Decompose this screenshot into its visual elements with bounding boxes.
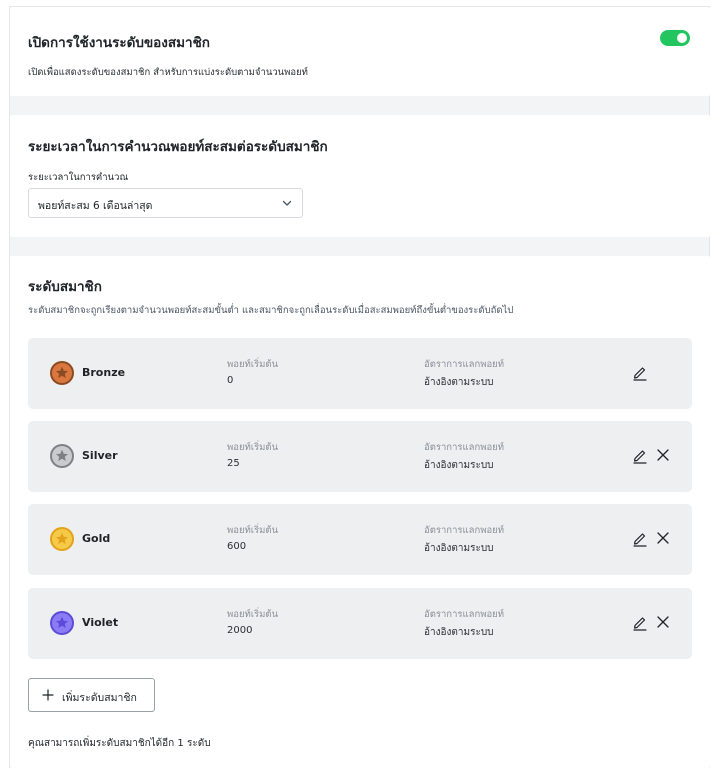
- tier-name: Gold: [82, 532, 111, 545]
- tier-name: Violet: [82, 616, 119, 629]
- rate-label: อัตราการแลกพอยท์: [424, 359, 504, 370]
- start-points-label: พอยท์เริ่มต้น: [227, 359, 279, 370]
- add-tier-button[interactable]: เพิ่มระดับสมาชิก: [28, 678, 155, 712]
- period-select-label: ระยะเวลาในการคำนวณ: [28, 172, 129, 183]
- rate-label: อัตราการแลกพอยท์: [424, 609, 504, 620]
- toggle-knob: [677, 33, 687, 43]
- medal-violet: [50, 611, 74, 635]
- period-title: ระยะเวลาในการคำนวณพอยท์สะสมต่อระดับสมาชิ…: [28, 139, 328, 155]
- tier-row-gold: Gold พอยท์เริ่มต้น 600 อัตราการแลกพอยท์อ้าง…: [28, 504, 692, 575]
- start-points-value: 0: [227, 375, 234, 386]
- medal-bronze: [50, 361, 74, 385]
- rate-value: อ้างอิงตามระบบ: [424, 627, 494, 638]
- tier-row-violet: Violet พอยท์เริ่มต้น 2000 อัตราการแลกพอยท์อ…: [28, 588, 692, 659]
- tiers-description: ระดับสมาชิกจะถูกเรียงตามจำนวนพอยท์สะสมขั…: [28, 305, 514, 316]
- medal-gold: [50, 527, 74, 551]
- membership-toggle-switch[interactable]: [660, 30, 690, 46]
- period-select-value: พอยท์สะสม 6 เดือนล่าสุด: [38, 200, 153, 212]
- start-points-value: 2000: [227, 625, 253, 636]
- start-points-value: 600: [227, 541, 247, 552]
- edit-icon[interactable]: [631, 446, 649, 464]
- plus-icon: [42, 689, 54, 701]
- rate-value: อ้างอิงตามระบบ: [424, 543, 494, 554]
- edit-icon[interactable]: [631, 613, 649, 631]
- start-points-label: พอยท์เริ่มต้น: [227, 442, 279, 453]
- tier-row-silver: Silver พอยท์เริ่มต้น 25 อัตราการแลกพอยท์อ้า…: [28, 421, 692, 492]
- rate-label: อัตราการแลกพอยท์: [424, 525, 504, 536]
- tier-row-bronze: Bronze พอยท์เริ่มต้น 0 อัตราการแลกพอยท์อ้าง…: [28, 338, 692, 409]
- rate-value: อ้างอิงตามระบบ: [424, 460, 494, 471]
- membership-toggle-title: เปิดการใช้งานระดับของสมาชิก: [28, 35, 210, 51]
- tiers-card: ระดับสมาชิก ระดับสมาชิกจะถูกเรียงตามจำนว…: [10, 256, 710, 768]
- edit-icon[interactable]: [631, 363, 649, 381]
- tier-name: Bronze: [82, 366, 126, 379]
- start-points-label: พอยท์เริ่มต้น: [227, 525, 279, 536]
- rate-value: อ้างอิงตามระบบ: [424, 377, 494, 388]
- rate-label: อัตราการแลกพอยท์: [424, 442, 504, 453]
- delete-icon[interactable]: [656, 615, 670, 629]
- tiers-title: ระดับสมาชิก: [28, 279, 102, 295]
- tier-limit-note: คุณสามารถเพิ่มระดับสมาชิกได้อีก 1 ระดับ: [28, 738, 211, 749]
- medal-silver: [50, 444, 74, 468]
- add-tier-label: เพิ่มระดับสมาชิก: [62, 692, 137, 704]
- period-card: ระยะเวลาในการคำนวณพอยท์สะสมต่อระดับสมาชิ…: [10, 115, 710, 237]
- membership-toggle-card: เปิดการใช้งานระดับของสมาชิก เปิดเพื่อแสด…: [10, 7, 710, 96]
- edit-icon[interactable]: [631, 529, 649, 547]
- membership-toggle-description: เปิดเพื่อแสดงระดับของสมาชิก สำหรับการแบ่…: [28, 67, 308, 78]
- start-points-value: 25: [227, 458, 240, 469]
- delete-icon[interactable]: [656, 448, 670, 462]
- delete-icon[interactable]: [656, 531, 670, 545]
- period-select[interactable]: พอยท์สะสม 6 เดือนล่าสุด: [28, 188, 303, 218]
- start-points-label: พอยท์เริ่มต้น: [227, 609, 279, 620]
- chevron-down-icon: [282, 200, 292, 206]
- tier-name: Silver: [82, 449, 118, 462]
